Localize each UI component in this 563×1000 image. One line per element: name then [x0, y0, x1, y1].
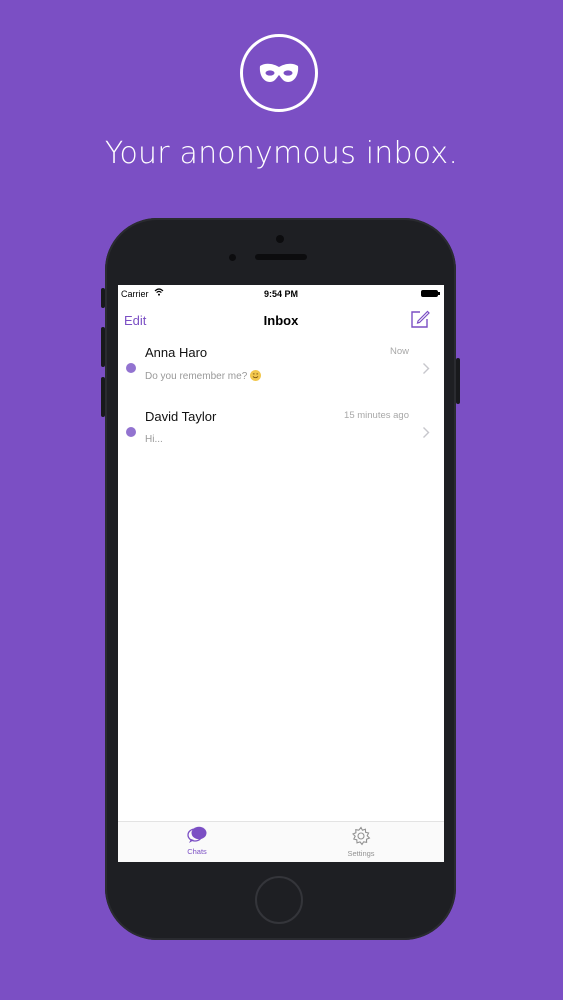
tab-label: Chats: [187, 847, 207, 856]
tab-label: Settings: [347, 849, 375, 858]
chat-bubbles-icon: [187, 826, 207, 843]
promo-headline: Your anonymous inbox.: [104, 136, 459, 171]
chevron-right-icon: [423, 427, 430, 438]
mask-icon: [259, 63, 299, 82]
phone-home-button: [255, 876, 303, 924]
status-time: 9:54 PM: [263, 289, 298, 299]
phone-power-button: [456, 358, 460, 404]
message-row-david[interactable]: David Taylor Hi... 15 minutes ago: [118, 401, 444, 465]
phone-mute-switch: [101, 288, 105, 308]
app-screen: Carrier 9:54 PM Edit Inbox Anna Haro Do …: [118, 285, 444, 862]
chevron-right-icon: [423, 363, 430, 374]
compose-icon[interactable]: [410, 309, 430, 329]
unread-dot: [126, 427, 136, 437]
smile-emoji-icon: [250, 370, 262, 381]
status-bar: Carrier 9:54 PM: [118, 285, 444, 303]
sender-name: Anna Haro: [145, 345, 208, 360]
tab-bar: Chats Settings: [118, 821, 444, 862]
battery-icon: [421, 290, 440, 297]
phone-speaker: [255, 254, 307, 260]
phone-sensor: [276, 235, 284, 243]
phone-volume-down: [101, 377, 105, 417]
message-time: Now: [389, 346, 409, 357]
tab-chats[interactable]: Chats: [167, 826, 227, 856]
message-preview: Do you remember me?: [145, 370, 262, 382]
message-time: 15 minutes ago: [344, 410, 409, 421]
phone-volume-up: [101, 327, 105, 367]
page-title: Inbox: [263, 313, 299, 328]
gear-icon: [352, 826, 371, 846]
phone-front-camera: [229, 254, 236, 261]
message-preview: Hi...: [145, 434, 163, 445]
unread-dot: [126, 363, 136, 373]
tab-settings[interactable]: Settings: [331, 826, 391, 858]
app-logo: [240, 34, 318, 112]
message-row-anna[interactable]: Anna Haro Do you remember me? Now: [118, 337, 444, 401]
nav-bar: Edit Inbox: [118, 303, 444, 337]
sender-name: David Taylor: [145, 409, 217, 424]
